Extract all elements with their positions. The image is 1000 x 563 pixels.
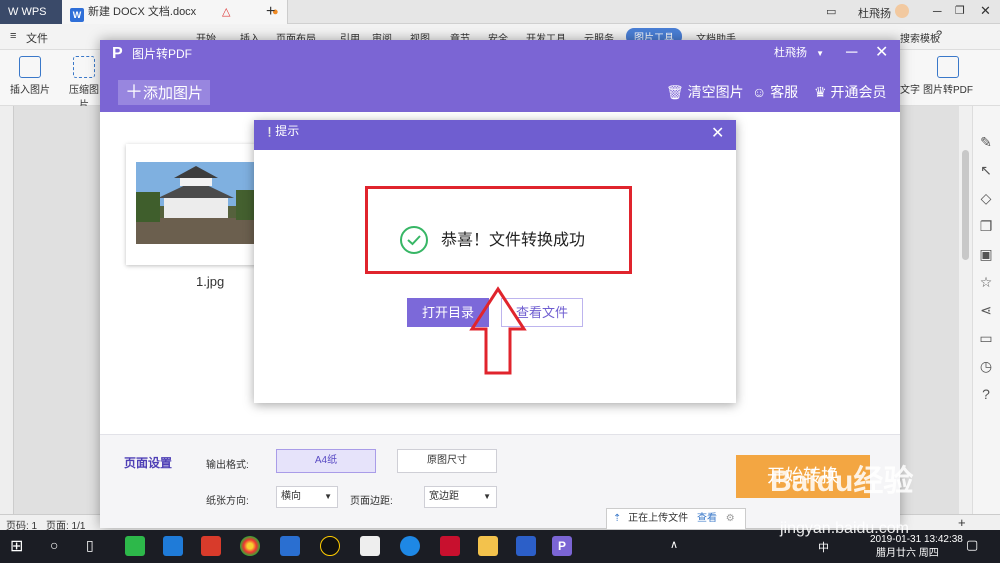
pdf-window-title: 图片转PDF — [132, 47, 193, 61]
warning-icon: △ — [222, 6, 231, 18]
cursor-icon[interactable]: ↖ — [978, 162, 994, 178]
insert-picture-button[interactable]: 插入图片 — [8, 56, 52, 96]
plus-icon: ＋ — [124, 82, 143, 102]
window-mode-icon[interactable]: ▭ — [826, 5, 836, 18]
pdf-minimize-icon[interactable]: ─ — [846, 45, 857, 61]
output-format-label: 输出格式: — [206, 460, 249, 471]
crown-icon: ♛ — [814, 84, 827, 100]
chat-icon: ☺ — [752, 84, 767, 100]
format-original-option[interactable]: 原图尺寸 — [397, 449, 497, 473]
info-icon: ❕ — [264, 127, 276, 137]
compress-picture-button[interactable]: 压缩图片 — [66, 56, 102, 111]
wps-writer-icon[interactable] — [516, 536, 536, 556]
qq-icon[interactable] — [320, 536, 340, 556]
select-arrow-icon: ▼ — [324, 492, 332, 501]
castle-photo-thumbnail — [136, 162, 260, 244]
file-menu[interactable]: 文件 — [26, 30, 48, 46]
titlebar-user[interactable]: 杜飛扬 — [858, 5, 891, 21]
orientation-label: 纸张方向: — [206, 496, 249, 507]
app-red-icon[interactable] — [201, 536, 221, 556]
pdf-close-icon[interactable]: ✕ — [875, 45, 888, 61]
help-side-icon[interactable]: ? — [978, 386, 994, 402]
picture-to-pdf-button[interactable]: 图片转PDF — [922, 56, 974, 96]
upload-toast: ⇡ 正在上传文件 查看 ⚙ — [606, 508, 746, 530]
caret-down-icon: ▼ — [816, 49, 824, 58]
margin-label: 页面边距: — [350, 496, 393, 507]
history-icon[interactable]: ◷ — [978, 358, 994, 374]
picture-icon — [19, 56, 41, 78]
compress-icon — [73, 56, 95, 78]
upload-icon: ⇡ — [613, 513, 622, 524]
task-view-icon[interactable]: ▯ — [86, 537, 94, 554]
copy-icon[interactable]: ❐ — [978, 218, 994, 234]
minimize-icon[interactable]: ─ — [933, 4, 942, 18]
orientation-select[interactable]: 横向 ▼ — [276, 486, 338, 508]
picture-side-icon[interactable]: ▣ — [978, 246, 994, 262]
help-icon[interactable]: ? — [936, 29, 942, 41]
success-check-icon — [400, 226, 428, 254]
word-doc-icon: W — [70, 8, 84, 22]
shape-icon[interactable]: ◇ — [978, 190, 994, 206]
new-tab-button[interactable]: + — [266, 2, 275, 22]
template-search[interactable]: 搜索模板 — [900, 30, 940, 45]
baidu-watermark: Baidu经验 jingyan.baidu.com — [740, 450, 980, 550]
prompt-dialog-title: ❕提示 — [264, 124, 300, 138]
wps-app-tab[interactable]: W WPS — [0, 0, 62, 24]
share-icon[interactable]: ⋖ — [978, 302, 994, 318]
upload-view-link[interactable]: 查看 — [697, 513, 717, 524]
margin-select[interactable]: 宽边距 ▼ — [424, 486, 497, 508]
document-tab-label: 新建 DOCX 文档.docx — [88, 6, 197, 18]
format-a4-option[interactable]: A4纸 — [276, 449, 376, 473]
file-explorer-icon[interactable] — [478, 536, 498, 556]
windows-start-icon[interactable]: ⊞ — [10, 537, 30, 557]
app-blue-icon[interactable] — [163, 536, 183, 556]
clear-images-button[interactable]: 🗑 清空图片 — [666, 83, 744, 101]
app-store-icon[interactable] — [280, 536, 300, 556]
trash-icon: 🗑 — [666, 84, 684, 100]
pdf-icon — [937, 56, 959, 78]
settings-icon[interactable]: ⚙ — [726, 513, 735, 524]
maximize-icon[interactable]: ❐ — [955, 4, 965, 17]
vertical-ruler — [0, 106, 14, 514]
watermark-url: jingyan.baidu.com — [780, 520, 909, 537]
pdf-app-logo-icon: P — [112, 45, 123, 62]
browser-360-icon[interactable] — [240, 536, 260, 556]
page-setup-label: 页面设置 — [124, 456, 173, 470]
wps-logo-icon: W — [8, 6, 22, 18]
wechat-icon[interactable] — [125, 536, 145, 556]
prompt-close-icon[interactable]: ✕ — [711, 126, 724, 142]
to-text-button[interactable]: 文字 — [900, 56, 920, 96]
membership-button[interactable]: ♛ 开通会员 — [814, 83, 886, 101]
thumbnail-filename: 1.jpg — [196, 274, 225, 289]
ie-browser-icon[interactable] — [400, 536, 420, 556]
success-message: 恭喜！文件转换成功 — [441, 232, 586, 249]
pdf-reader-icon[interactable] — [440, 536, 460, 556]
pointer-arrow-annotation — [468, 285, 528, 377]
star-icon[interactable]: ☆ — [978, 274, 994, 290]
watermark-brand: Baidu经验 — [770, 465, 914, 498]
fox-app-icon[interactable] — [360, 536, 380, 556]
tray-chevron-icon[interactable]: ∧ — [670, 538, 678, 551]
pdf-user-menu[interactable]: 杜飛扬 ▼ — [774, 46, 824, 61]
user-avatar[interactable] — [895, 4, 909, 18]
hamburger-icon[interactable]: ≡ — [10, 30, 16, 42]
pen-icon[interactable]: ✎ — [978, 134, 994, 150]
prompt-dialog-header — [254, 120, 736, 150]
search-icon[interactable]: ○ — [50, 537, 58, 553]
service-button[interactable]: ☺ 客服 — [752, 83, 798, 101]
document-tab[interactable]: W 新建 DOCX 文档.docx △ ● — [62, 0, 288, 24]
scrollbar-thumb[interactable] — [962, 150, 969, 260]
box-icon[interactable]: ▭ — [978, 330, 994, 346]
pic-to-pdf-taskbar-icon[interactable]: P — [552, 536, 572, 556]
close-icon[interactable]: ✕ — [980, 3, 991, 19]
add-images-button[interactable]: ＋添加图片 — [118, 80, 210, 105]
select-arrow-icon: ▼ — [483, 492, 491, 501]
